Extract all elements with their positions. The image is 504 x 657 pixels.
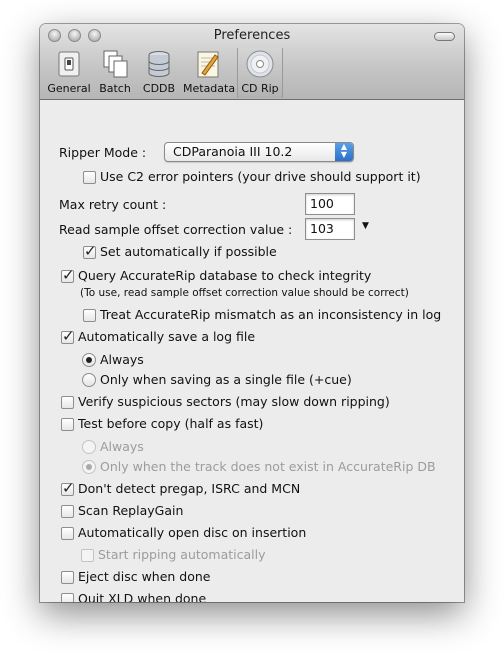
treat-mismatch-label: Treat AccurateRip mismatch as an inconsi…	[100, 307, 442, 322]
batch-documents-icon	[103, 50, 128, 78]
max-retry-field[interactable]: 100	[305, 193, 355, 215]
tab-general-label: General	[47, 82, 91, 95]
tab-batch-label: Batch	[99, 82, 131, 95]
metadata-pencil-icon	[197, 51, 219, 78]
general-switch-icon	[58, 51, 80, 77]
toolbar-toggle-button[interactable]	[434, 32, 455, 41]
test-only-missing-radio[interactable]	[82, 460, 96, 474]
log-single-file-radio[interactable]	[82, 373, 96, 387]
ripper-mode-popup[interactable]: CDParanoia III 10.2 ▲ ▼	[164, 142, 354, 162]
log-always-label: Always	[100, 352, 144, 367]
tab-cd-rip-label: CD Rip	[241, 82, 279, 95]
c2-error-label: Use C2 error pointers (your drive should…	[100, 169, 421, 184]
tab-batch[interactable]: Batch	[96, 48, 134, 98]
auto-save-log-checkbox[interactable]	[61, 327, 75, 345]
test-always-radio[interactable]	[82, 440, 96, 454]
no-pregap-label: Don't detect pregap, ISRC and MCN	[78, 481, 301, 496]
tab-cddb-label: CDDB	[142, 82, 176, 95]
preferences-window: Preferences General Batch CDDB Metadata …	[40, 24, 464, 602]
cd-rip-pane: Ripper Mode : CDParanoia III 10.2 ▲ ▼ Use…	[40, 100, 464, 602]
test-before-copy-label: Test before copy (half as fast)	[78, 416, 264, 431]
tab-general[interactable]: General	[46, 48, 92, 98]
auto-save-log-label: Automatically save a log file	[78, 329, 256, 344]
start-ripping-checkbox[interactable]	[81, 549, 94, 562]
eject-disc-checkbox[interactable]	[61, 571, 74, 584]
accuraterip-query-checkbox[interactable]	[61, 266, 75, 284]
cddb-database-icon	[148, 51, 170, 77]
set-automatically-label: Set automatically if possible	[100, 244, 277, 259]
toolbar: Preferences General Batch CDDB Metadata …	[40, 24, 464, 100]
offset-correction-field[interactable]: 103	[305, 218, 355, 240]
start-ripping-label: Start ripping automatically	[98, 547, 266, 562]
eject-disc-label: Eject disc when done	[78, 569, 211, 584]
test-only-missing-label: Only when the track does not exist in Ac…	[100, 459, 436, 474]
offset-correction-label: Read sample offset correction value :	[59, 222, 293, 237]
test-always-label: Always	[100, 439, 144, 454]
treat-mismatch-checkbox[interactable]	[83, 309, 96, 322]
quit-xld-label: Quit XLD when done	[78, 591, 207, 602]
tab-metadata-label: Metadata	[183, 82, 236, 95]
log-always-radio[interactable]	[82, 353, 96, 367]
verify-sectors-checkbox[interactable]	[61, 396, 74, 409]
tab-metadata[interactable]: Metadata	[183, 48, 236, 98]
set-automatically-checkbox[interactable]	[83, 242, 97, 260]
scan-replaygain-label: Scan ReplayGain	[78, 503, 184, 518]
window-title: Preferences	[213, 28, 291, 43]
accuraterip-query-label: Query AccurateRip database to check inte…	[78, 268, 372, 283]
auto-open-disc-checkbox[interactable]	[61, 527, 74, 540]
verify-sectors-label: Verify suspicious sectors (may slow down…	[78, 394, 390, 409]
quit-xld-checkbox[interactable]	[61, 593, 74, 602]
cd-disc-icon	[246, 50, 274, 78]
offset-dropdown-arrow-icon[interactable]: ▼	[362, 221, 369, 231]
log-single-file-label: Only when saving as a single file (+cue)	[100, 372, 352, 387]
ripper-mode-label: Ripper Mode :	[59, 145, 147, 160]
popup-arrows-icon: ▲ ▼	[335, 143, 353, 161]
ripper-mode-value: CDParanoia III 10.2	[173, 144, 293, 159]
tab-cd-rip[interactable]: CD Rip	[237, 48, 283, 98]
max-retry-label: Max retry count :	[59, 197, 167, 212]
tab-cddb[interactable]: CDDB	[138, 48, 180, 98]
auto-open-disc-label: Automatically open disc on insertion	[78, 525, 307, 540]
scan-replaygain-checkbox[interactable]	[61, 505, 74, 518]
no-pregap-checkbox[interactable]	[61, 479, 75, 497]
test-before-copy-checkbox[interactable]	[61, 418, 74, 431]
c2-error-checkbox[interactable]	[83, 171, 96, 184]
accuraterip-note: (To use, read sample offset correction v…	[80, 287, 409, 299]
